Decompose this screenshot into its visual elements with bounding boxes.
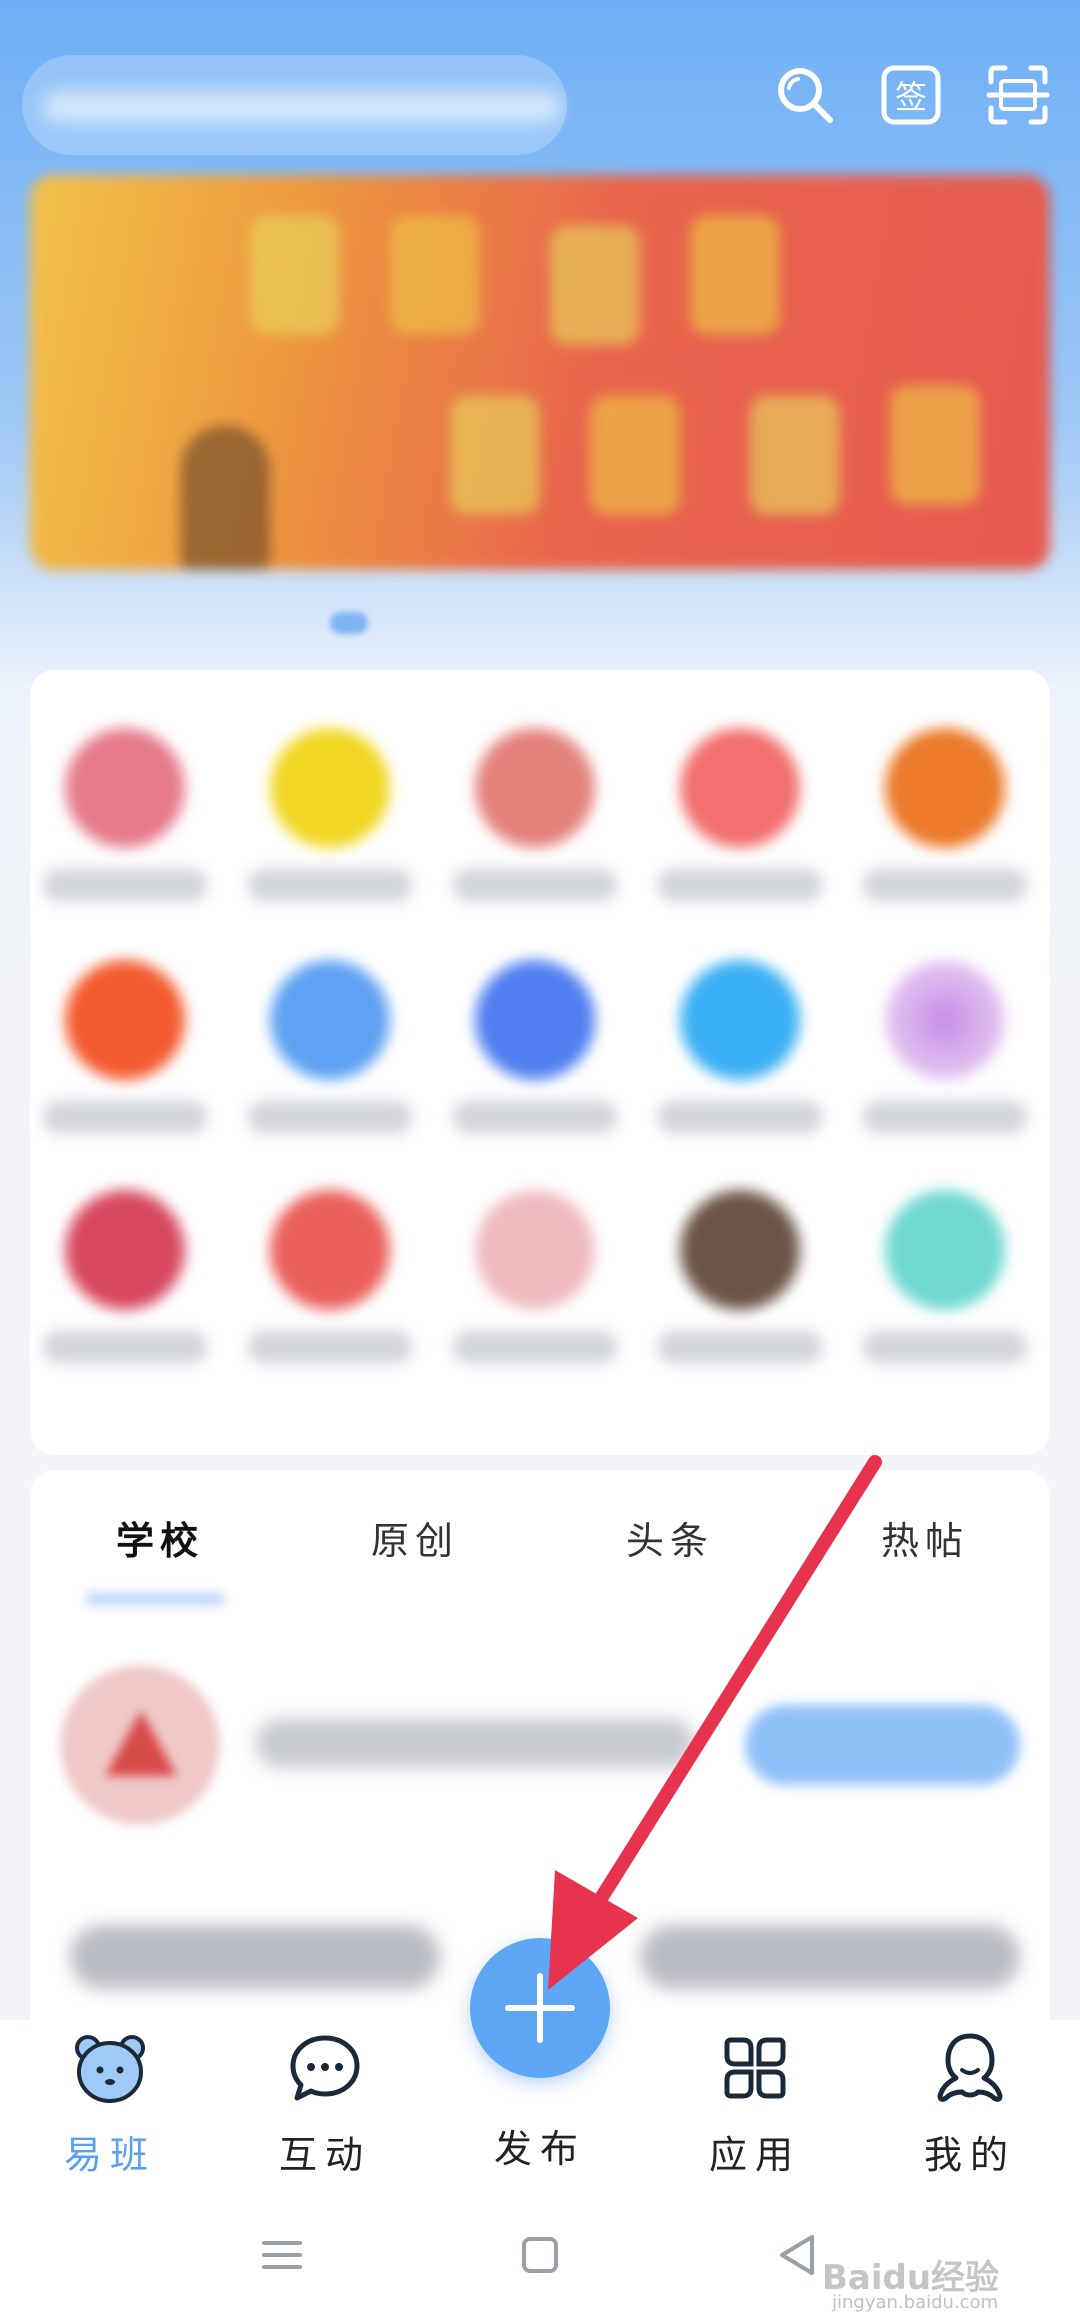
nav-label: 我的 (923, 2133, 1016, 2177)
top-bar: 签 (0, 0, 1080, 180)
svg-text:签: 签 (895, 78, 927, 116)
chat-bubble-icon (290, 2035, 360, 2101)
app-shortcut[interactable] (440, 728, 630, 928)
profile-icon (937, 2033, 1003, 2102)
nav-me[interactable]: 我的 (895, 2030, 1045, 2190)
app-grid-card (30, 670, 1050, 1455)
app-shortcut[interactable] (440, 1190, 630, 1390)
back-icon[interactable] (768, 2225, 828, 2285)
app-shortcut[interactable] (235, 960, 425, 1160)
app-shortcut[interactable] (850, 728, 1040, 928)
feed-post-text-blurred (640, 1925, 1020, 1989)
sign-in-icon[interactable]: 签 (878, 62, 944, 128)
plus-icon (505, 1973, 575, 2043)
app-shortcut[interactable] (645, 960, 835, 1160)
promo-banner[interactable] (30, 175, 1050, 570)
tab-school[interactable]: 学校 (70, 1510, 250, 1570)
nav-label-publish: 发布 (493, 2127, 586, 2171)
follow-button[interactable] (745, 1705, 1020, 1785)
search-icon[interactable] (772, 62, 838, 128)
school-avatar[interactable] (60, 1665, 220, 1825)
nav-label: 易班 (63, 2133, 156, 2177)
tab-headlines[interactable]: 头条 (580, 1510, 760, 1570)
app-shortcut[interactable] (850, 1190, 1040, 1390)
publish-button[interactable] (470, 1938, 610, 2078)
bear-icon (75, 2035, 145, 2103)
menu-icon[interactable] (252, 2225, 312, 2285)
app-shortcut[interactable] (235, 728, 425, 928)
app-shortcut[interactable] (235, 1190, 425, 1390)
tab-original[interactable]: 原创 (325, 1510, 505, 1570)
nav-yiban[interactable]: 易班 (35, 2030, 185, 2190)
watermark-url: jingyan.baidu.com (832, 2292, 999, 2313)
tab-hot-posts[interactable]: 热帖 (835, 1510, 1015, 1570)
app-shortcut[interactable] (645, 1190, 835, 1390)
app-shortcut[interactable] (850, 960, 1040, 1160)
nav-interaction[interactable]: 互动 (250, 2030, 400, 2190)
search-placeholder-blurred (42, 90, 562, 124)
app-shortcut[interactable] (30, 960, 220, 1160)
banner-page-indicator (330, 612, 368, 634)
scan-icon[interactable] (985, 62, 1051, 128)
app-shortcut[interactable] (645, 728, 835, 928)
app-shortcut[interactable] (440, 960, 630, 1160)
active-tab-indicator (85, 1592, 225, 1606)
nav-label: 互动 (278, 2133, 371, 2177)
home-icon[interactable] (510, 2225, 570, 2285)
apps-grid-icon (724, 2037, 786, 2099)
school-name-blurred (255, 1718, 695, 1768)
nav-label: 应用 (708, 2133, 801, 2177)
app-shortcut[interactable] (30, 728, 220, 928)
nav-apps[interactable]: 应用 (680, 2030, 830, 2190)
feed-post-text-blurred (70, 1925, 440, 1989)
app-shortcut[interactable] (30, 1190, 220, 1390)
search-bar[interactable] (22, 55, 567, 155)
